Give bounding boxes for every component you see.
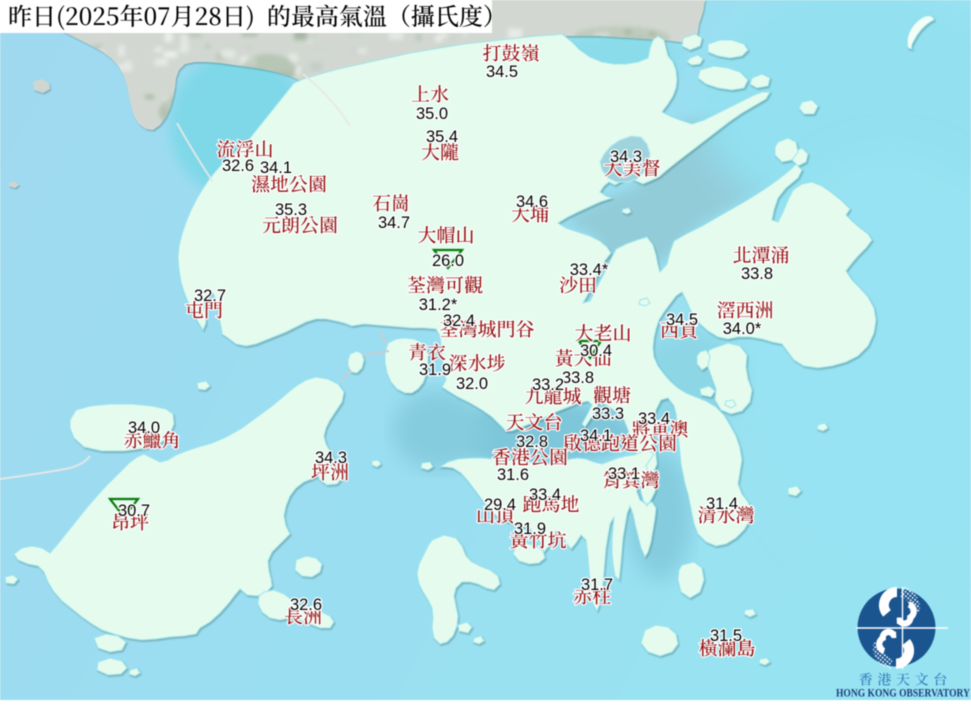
- svg-text:HONG KONG OBSERVATORY: HONG KONG OBSERVATORY: [836, 686, 970, 700]
- svg-text:33.1: 33.1: [608, 465, 640, 483]
- svg-text:31.5: 31.5: [710, 627, 742, 645]
- svg-text:34.7: 34.7: [378, 214, 410, 232]
- svg-text:35.4: 35.4: [426, 128, 458, 146]
- svg-text:33.8: 33.8: [741, 265, 773, 283]
- svg-text:34.6: 34.6: [516, 193, 548, 211]
- svg-text:33.4: 33.4: [529, 486, 561, 504]
- svg-text:33.4: 33.4: [638, 410, 670, 428]
- svg-text:34.3: 34.3: [610, 148, 642, 166]
- svg-text:35.0: 35.0: [416, 105, 448, 123]
- svg-text:32.8: 32.8: [516, 433, 548, 451]
- svg-text:30.4: 30.4: [580, 342, 612, 360]
- svg-text:34.1: 34.1: [260, 159, 292, 177]
- svg-text:33.2: 33.2: [532, 376, 564, 394]
- svg-text:33.3: 33.3: [592, 405, 624, 423]
- svg-text:34.5: 34.5: [486, 63, 518, 81]
- svg-text:33.8: 33.8: [562, 369, 594, 387]
- svg-text:34.1: 34.1: [580, 427, 612, 445]
- svg-text:34.5: 34.5: [666, 311, 698, 329]
- svg-text:32.6: 32.6: [290, 596, 322, 614]
- svg-text:31.6: 31.6: [497, 466, 529, 484]
- svg-text:31.7: 31.7: [581, 576, 613, 594]
- svg-text:32.7: 32.7: [194, 287, 226, 305]
- svg-text:34.3: 34.3: [315, 449, 347, 467]
- svg-text:29.4: 29.4: [484, 496, 516, 514]
- svg-text:32.6: 32.6: [222, 157, 254, 175]
- svg-text:31.9: 31.9: [419, 361, 451, 379]
- svg-text:34.0*: 34.0*: [723, 320, 762, 338]
- svg-text:32.4: 32.4: [443, 312, 475, 330]
- svg-text:31.4: 31.4: [706, 495, 738, 513]
- svg-text:35.3: 35.3: [275, 201, 307, 219]
- svg-text:33.4*: 33.4*: [570, 261, 609, 279]
- svg-text:26.0: 26.0: [432, 252, 464, 270]
- svg-text:31.9: 31.9: [514, 520, 546, 538]
- svg-text:34.0: 34.0: [128, 419, 160, 437]
- svg-text:32.0: 32.0: [456, 375, 488, 393]
- svg-text:30.7: 30.7: [118, 502, 150, 520]
